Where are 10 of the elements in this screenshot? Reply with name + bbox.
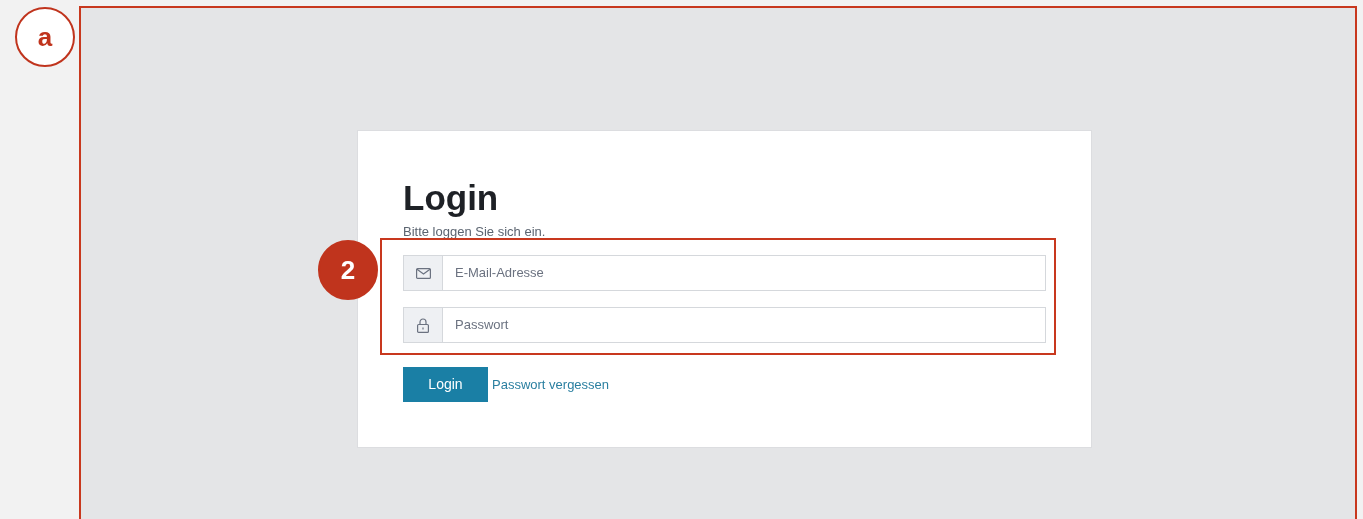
annotation-marker: a <box>15 7 75 67</box>
login-subtitle: Bitte loggen Sie sich ein. <box>403 223 547 241</box>
login-button[interactable]: Login <box>403 367 488 402</box>
annotation-marker: 2 <box>318 240 378 300</box>
login-title: Login <box>403 177 500 219</box>
password-field[interactable]: Passwort <box>443 307 1046 343</box>
email-field[interactable]: E-Mail-Adresse <box>443 255 1046 291</box>
mail-icon <box>415 267 431 279</box>
forgot-password-link[interactable]: Passwort vergessen <box>492 374 610 395</box>
lock-icon <box>417 317 429 333</box>
